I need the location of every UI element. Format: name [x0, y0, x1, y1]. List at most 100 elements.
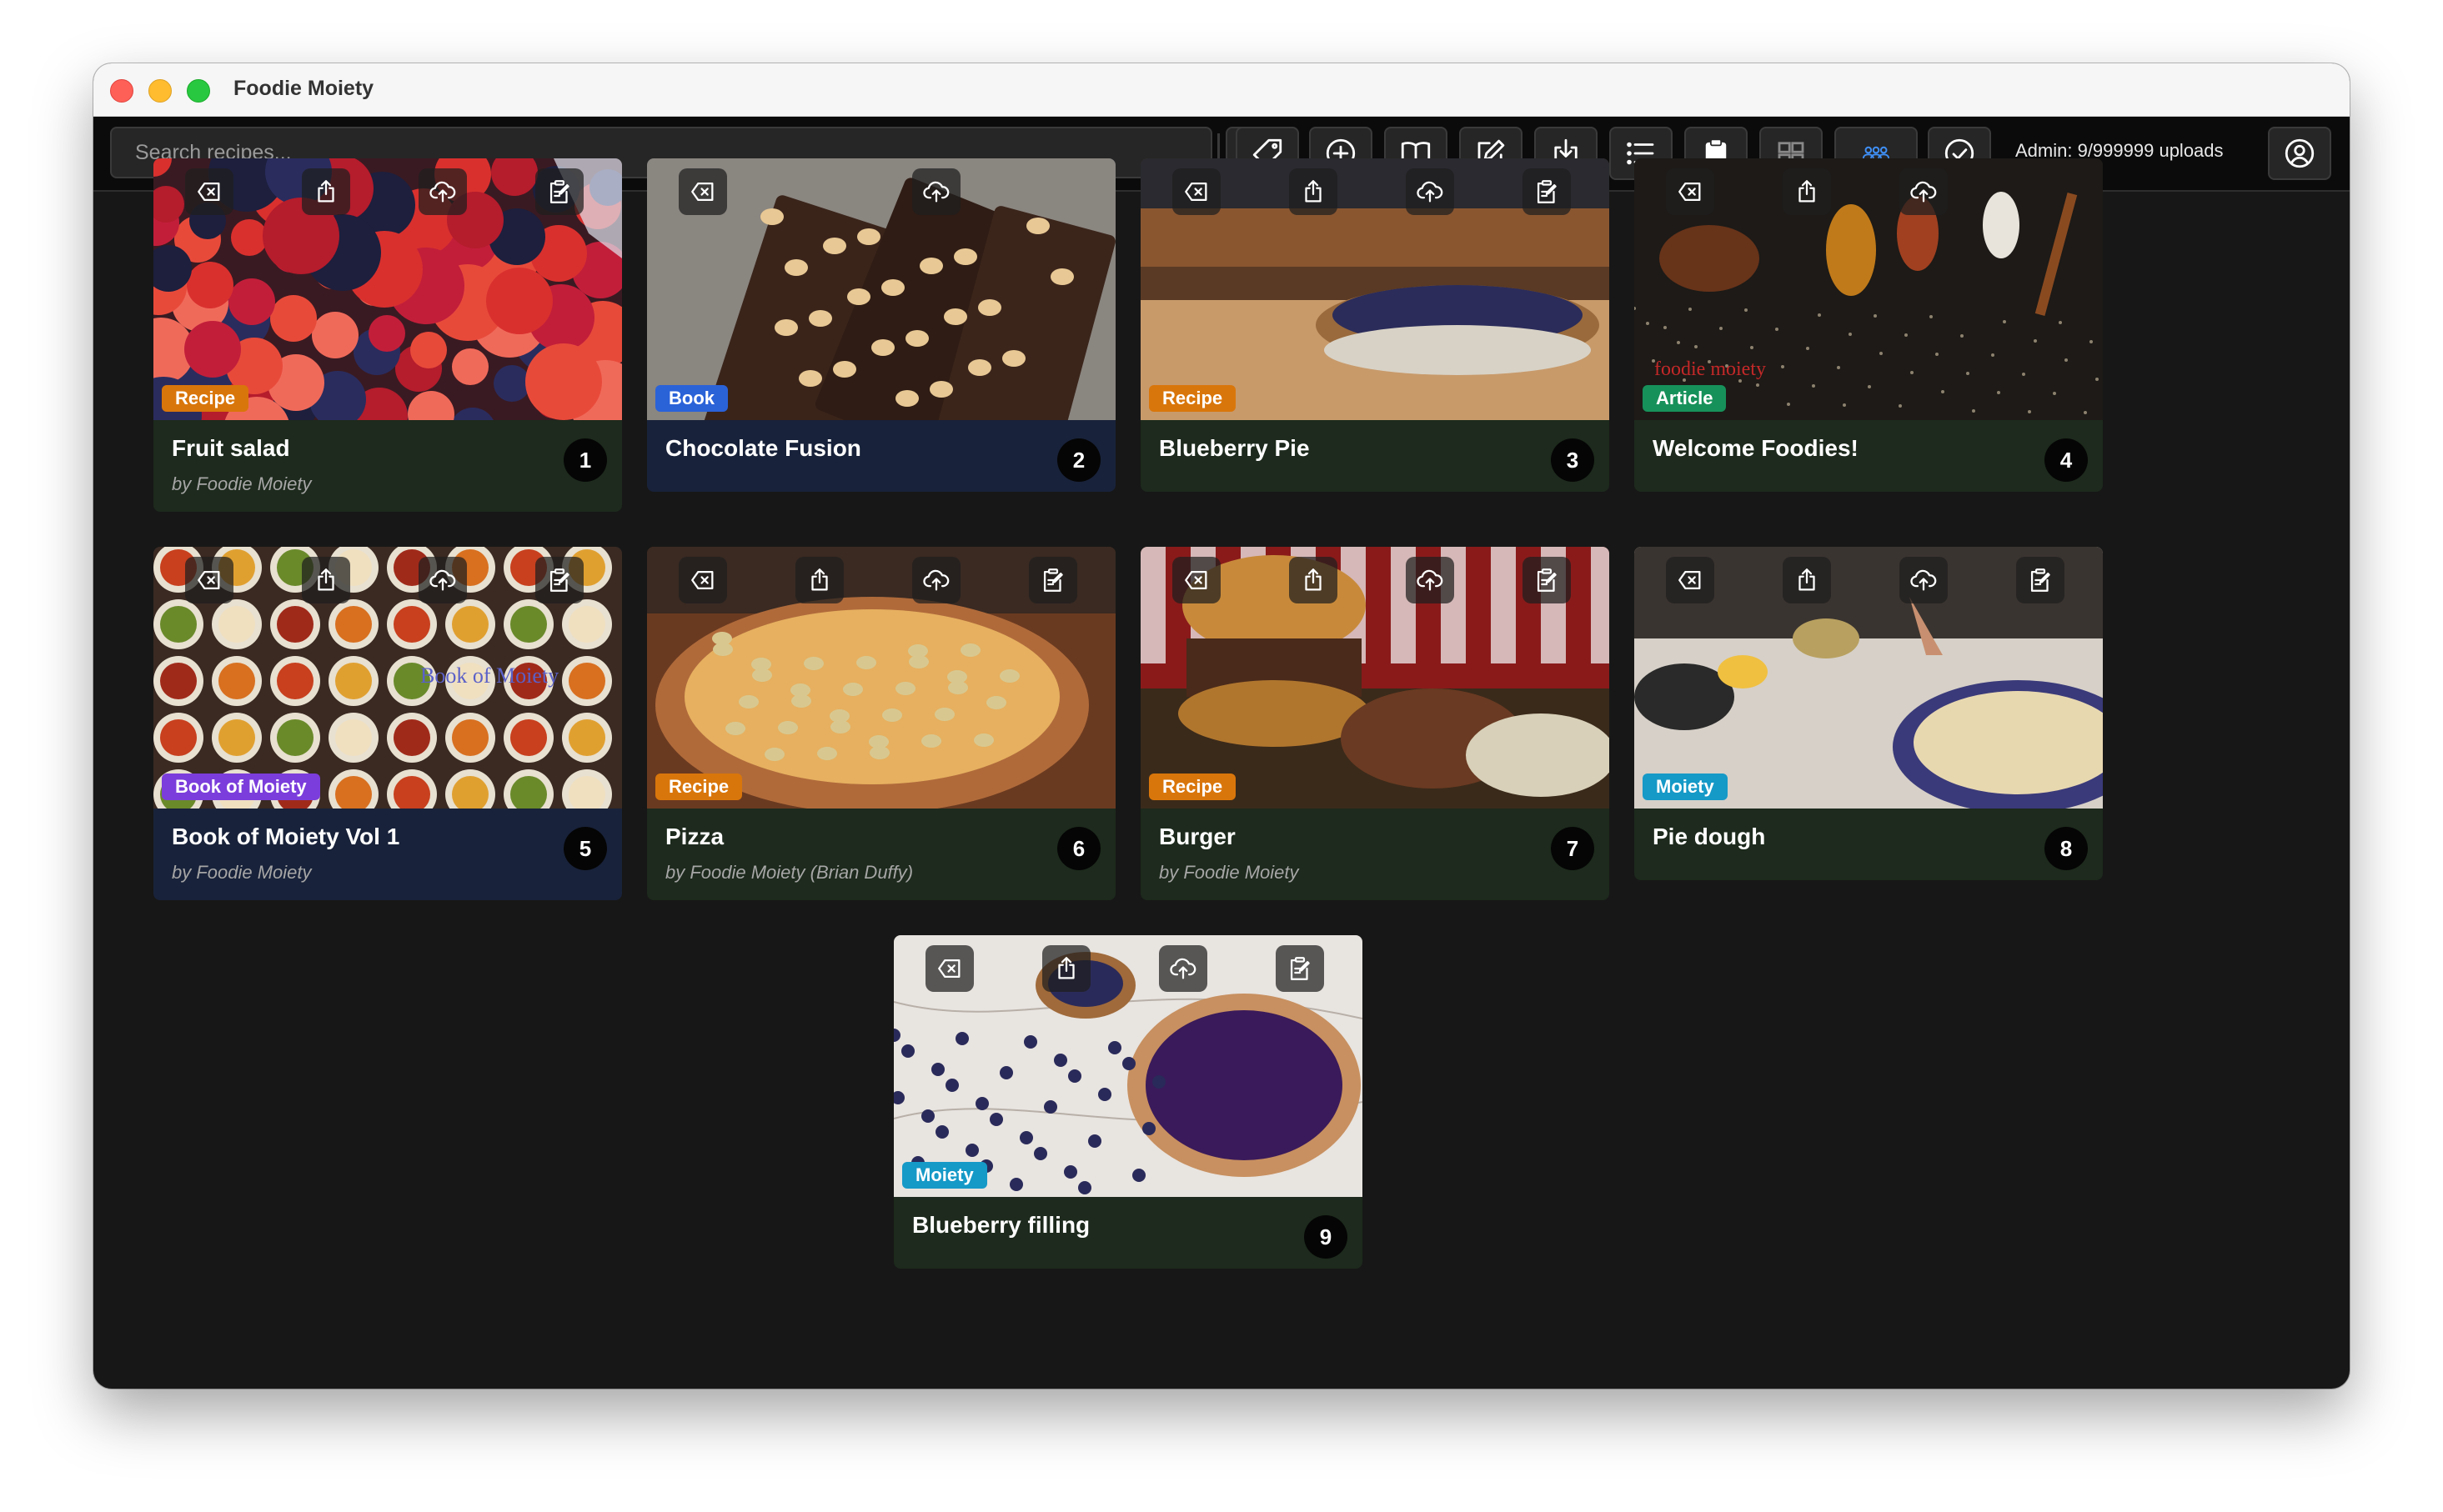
delete-icon	[689, 178, 717, 206]
card-image[interactable]: Book	[647, 158, 1116, 420]
clipboard-edit-icon	[2026, 566, 2054, 594]
upload-button[interactable]	[1159, 945, 1207, 992]
card-image[interactable]: Moiety	[894, 935, 1362, 1197]
window-title: Foodie Moiety	[233, 77, 374, 100]
share-button[interactable]	[1783, 557, 1831, 603]
card-title: Chocolate Fusion	[665, 435, 861, 461]
notes-button[interactable]	[1276, 945, 1324, 992]
card-image[interactable]: Recipe	[647, 547, 1116, 809]
delete-icon	[1676, 566, 1704, 594]
recipe-card[interactable]: Moiety Blueberry filling 9	[894, 935, 1362, 1269]
delete-icon	[1676, 178, 1704, 206]
card-image[interactable]: Recipe	[1141, 547, 1609, 809]
share-icon	[805, 566, 834, 594]
share-button[interactable]	[795, 557, 844, 603]
recipe-card[interactable]: Moiety Pie dough 8	[1634, 547, 2103, 880]
delete-button[interactable]	[1172, 168, 1221, 215]
upload-button[interactable]	[1406, 168, 1454, 215]
card-info: Pie dough 8	[1634, 809, 2103, 880]
share-icon	[1793, 178, 1821, 206]
card-info: Blueberry Pie 3	[1141, 420, 1609, 492]
share-icon	[312, 178, 340, 206]
share-button[interactable]	[302, 557, 350, 603]
share-icon	[1299, 566, 1327, 594]
card-info: Pizza by Foodie Moiety (Brian Duffy) 6	[647, 809, 1116, 900]
share-button[interactable]	[1289, 557, 1337, 603]
recipe-card[interactable]: Recipe Fruit salad by Foodie Moiety 1	[153, 158, 622, 512]
delete-button[interactable]	[1172, 557, 1221, 603]
upload-button[interactable]	[1899, 168, 1948, 215]
delete-button[interactable]	[926, 945, 974, 992]
share-button[interactable]	[1289, 168, 1337, 215]
recipe-card[interactable]: Recipe Pizza by Foodie Moiety (Brian Duf…	[647, 547, 1116, 900]
card-info: Fruit salad by Foodie Moiety 1	[153, 420, 622, 512]
share-icon	[1299, 178, 1327, 206]
card-number: 8	[2044, 827, 2088, 870]
zoom-window-button[interactable]	[187, 79, 210, 103]
card-number: 3	[1551, 438, 1594, 482]
card-image[interactable]: Moiety	[1634, 547, 2103, 809]
share-icon	[1793, 566, 1821, 594]
notes-button[interactable]	[535, 557, 584, 603]
type-badge: Recipe	[655, 774, 743, 800]
cloud-upload-icon	[429, 566, 457, 594]
delete-button[interactable]	[185, 168, 233, 215]
recipe-card[interactable]: foodie moiety Article Welcome Foodies! 4	[1634, 158, 2103, 492]
image-caption: foodie moiety	[1654, 358, 1766, 380]
card-image[interactable]: Recipe	[1141, 158, 1609, 420]
notes-button[interactable]	[1522, 557, 1571, 603]
type-badge: Book of Moiety	[162, 774, 320, 800]
cloud-upload-icon	[922, 566, 951, 594]
recipe-card[interactable]: Book Chocolate Fusion 2	[647, 158, 1116, 492]
notes-button[interactable]	[535, 168, 584, 215]
type-badge: Moiety	[1643, 774, 1728, 800]
notes-button[interactable]	[1029, 557, 1077, 603]
card-image[interactable]: Recipe	[153, 158, 622, 420]
upload-button[interactable]	[912, 168, 961, 215]
cloud-upload-icon	[1909, 566, 1938, 594]
recipe-card[interactable]: Recipe Burger by Foodie Moiety 7	[1141, 547, 1609, 900]
upload-button[interactable]	[912, 557, 961, 603]
card-author: by Foodie Moiety	[172, 862, 312, 883]
delete-icon	[689, 566, 717, 594]
upload-button[interactable]	[1899, 557, 1948, 603]
card-title: Blueberry Pie	[1159, 435, 1310, 461]
close-window-button[interactable]	[110, 79, 133, 103]
cloud-upload-icon	[1909, 178, 1938, 206]
delete-icon	[195, 566, 223, 594]
minimize-window-button[interactable]	[148, 79, 172, 103]
notes-button[interactable]	[2016, 557, 2064, 603]
delete-icon	[1182, 178, 1211, 206]
share-button[interactable]	[302, 168, 350, 215]
app-window: Foodie Moiety Search recipes... Admin: 9…	[93, 63, 2350, 1389]
upload-button[interactable]	[1406, 557, 1454, 603]
share-button[interactable]	[1042, 945, 1091, 992]
upload-button[interactable]	[419, 557, 467, 603]
type-badge: Book	[655, 385, 728, 412]
clipboard-edit-icon	[1533, 178, 1561, 206]
upload-button[interactable]	[419, 168, 467, 215]
clipboard-edit-icon	[1039, 566, 1067, 594]
type-badge: Moiety	[902, 1162, 987, 1189]
recipe-card[interactable]: Book of Moiety Book of Moiety Book of Mo…	[153, 547, 622, 900]
share-button[interactable]	[1783, 168, 1831, 215]
card-number: 1	[564, 438, 607, 482]
card-image[interactable]: foodie moiety Article	[1634, 158, 2103, 420]
account-button[interactable]	[2268, 127, 2331, 180]
recipe-card[interactable]: Recipe Blueberry Pie 3	[1141, 158, 1609, 492]
card-title: Pie dough	[1653, 824, 1766, 849]
delete-button[interactable]	[185, 557, 233, 603]
card-title: Book of Moiety Vol 1	[172, 824, 400, 849]
delete-button[interactable]	[679, 168, 727, 215]
card-info: Welcome Foodies! 4	[1634, 420, 2103, 492]
card-number: 4	[2044, 438, 2088, 482]
clipboard-edit-icon	[1286, 954, 1314, 983]
card-image[interactable]: Book of Moiety Book of Moiety	[153, 547, 622, 809]
delete-icon	[1182, 566, 1211, 594]
delete-button[interactable]	[679, 557, 727, 603]
notes-button[interactable]	[1522, 168, 1571, 215]
delete-button[interactable]	[1666, 557, 1714, 603]
card-title: Fruit salad	[172, 435, 290, 461]
type-badge: Recipe	[1149, 385, 1237, 412]
delete-button[interactable]	[1666, 168, 1714, 215]
